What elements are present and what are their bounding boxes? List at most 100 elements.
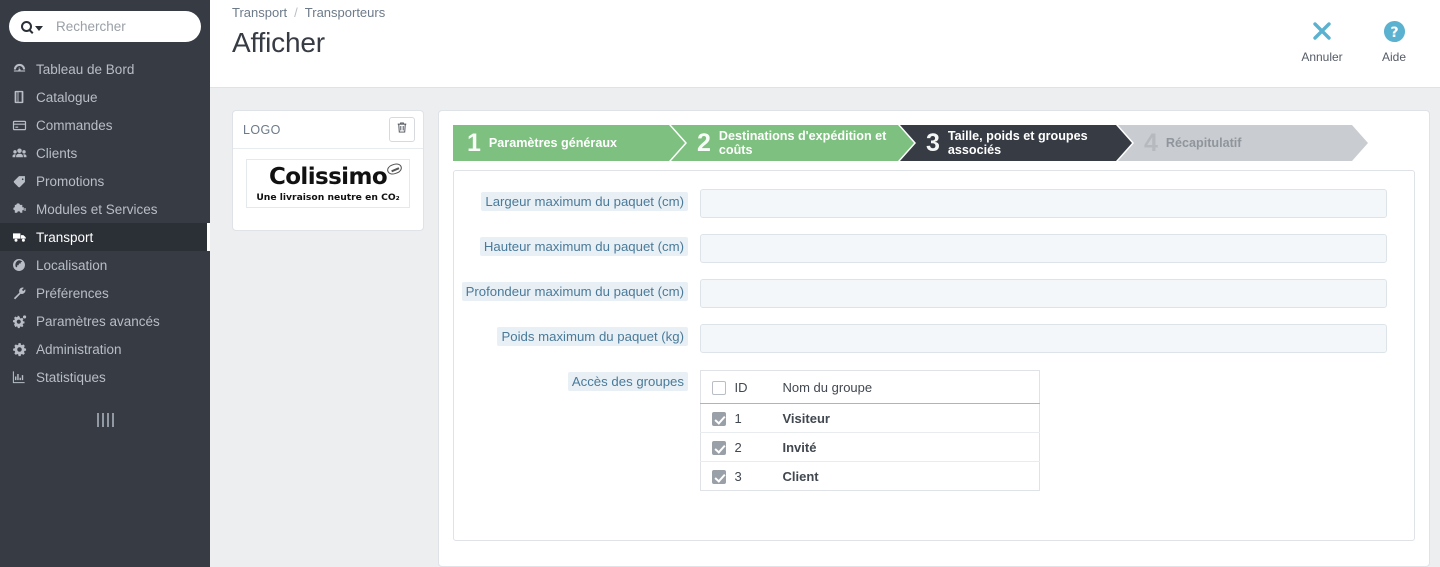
groups-label: Accès des groupes [567, 372, 688, 391]
chart-bar-icon [12, 370, 34, 384]
table-header-row: ID Nom du groupe [700, 370, 1040, 404]
sidebar: Tableau de Bord Catalogue Commandes Clie… [0, 0, 210, 567]
group-checkbox[interactable] [712, 440, 726, 455]
page-header: Transport / Transporteurs Afficher Annul… [210, 0, 1440, 88]
field-label-wrap: Profondeur maximum du paquet (cm) [454, 279, 700, 301]
sidebar-item-label: Promotions [36, 173, 105, 189]
select-all-checkbox[interactable] [712, 380, 726, 395]
sidebar-item-label: Clients [36, 145, 78, 161]
wizard-step-3[interactable]: 3 Taille, poids et groupes associés [900, 125, 1132, 161]
close-x-icon [1311, 18, 1333, 44]
logo-caption: LOGO [243, 122, 281, 137]
row-name: Client [782, 468, 819, 484]
field-control [700, 234, 1414, 263]
field-row-poids: Poids maximum du paquet (kg) [454, 324, 1414, 353]
sidebar-item-label: Catalogue [36, 89, 98, 105]
breadcrumb-current[interactable]: Transporteurs [305, 5, 385, 20]
wizard-step-4[interactable]: 4 Récapitulatif [1118, 125, 1368, 161]
trash-icon [396, 121, 408, 139]
column-header-name: Nom du groupe [782, 370, 1040, 404]
breadcrumb-parent[interactable]: Transport [232, 5, 287, 20]
wizard-step-1[interactable]: 1 Paramètres généraux [453, 125, 685, 161]
field-row-profondeur: Profondeur maximum du paquet (cm) [454, 279, 1414, 308]
sidebar-item-label: Tableau de Bord [36, 61, 135, 77]
step-number: 2 [697, 128, 711, 157]
group-checkbox[interactable] [712, 469, 726, 484]
step-label: Paramètres généraux [488, 135, 618, 150]
sidebar-item-tableau-de-bord[interactable]: Tableau de Bord [0, 55, 210, 83]
groups-table-head: ID Nom du groupe [700, 370, 1040, 404]
step-label: Récapitulatif [1165, 135, 1242, 150]
search-box[interactable] [9, 11, 201, 42]
table-row: 2 Invité [700, 432, 1040, 462]
groups-control: ID Nom du groupe 1 Visiteur 2 Invité 3 C… [700, 369, 1414, 491]
search-input[interactable] [56, 19, 186, 34]
wrench-icon [12, 286, 34, 301]
field-row-hauteur: Hauteur maximum du paquet (cm) [454, 234, 1414, 263]
sidebar-item-label: Statistiques [36, 369, 106, 385]
main-area: Transport / Transporteurs Afficher Annul… [210, 0, 1440, 567]
header-actions: Annuler ? Aide [1298, 18, 1418, 64]
field-label-wrap: Largeur maximum du paquet (cm) [454, 189, 700, 211]
column-header-id: ID [734, 370, 783, 404]
field-control [700, 279, 1414, 308]
sidebar-item-parametres-avances[interactable]: Paramètres avancés [0, 307, 210, 335]
sidebar-search [0, 0, 210, 42]
table-row: 1 Visiteur [700, 403, 1040, 433]
sidebar-item-administration[interactable]: Administration [0, 335, 210, 363]
field-row-largeur: Largeur maximum du paquet (cm) [454, 189, 1414, 218]
sidebar-item-modules-et-services[interactable]: Modules et Services [0, 195, 210, 223]
row-id: 3 [734, 468, 742, 484]
delete-logo-button[interactable] [389, 117, 415, 142]
step-number: 3 [926, 128, 940, 157]
sidebar-item-label: Commandes [36, 117, 113, 133]
profondeur-max-input[interactable] [700, 279, 1387, 308]
handle-bar [101, 413, 104, 427]
users-icon [12, 146, 34, 161]
puzzle-icon [12, 202, 34, 217]
handle-bar [111, 413, 114, 427]
row-checkbox-cell[interactable] [700, 403, 735, 433]
sidebar-item-clients[interactable]: Clients [0, 139, 210, 167]
poids-max-input[interactable] [700, 324, 1387, 353]
sidebar-item-transport[interactable]: Transport [0, 223, 210, 251]
sidebar-item-promotions[interactable]: Promotions [0, 167, 210, 195]
help-button[interactable]: ? Aide [1370, 18, 1418, 64]
field-label: Largeur maximum du paquet (cm) [481, 192, 688, 211]
sidebar-item-commandes[interactable]: Commandes [0, 111, 210, 139]
sidebar-item-preferences[interactable]: Préférences [0, 279, 210, 307]
logo-card-body: Colissimo Une livraison neutre en CO₂ [233, 149, 423, 209]
sidebar-item-localisation[interactable]: Localisation [0, 251, 210, 279]
sidebar-item-statistiques[interactable]: Statistiques [0, 363, 210, 391]
svg-text:?: ? [1390, 24, 1398, 40]
chevron-down-icon [35, 25, 43, 31]
size-weight-form: Largeur maximum du paquet (cm) Hauteur m… [453, 170, 1415, 541]
groups-table-body: 1 Visiteur 2 Invité 3 Client [700, 403, 1040, 491]
row-name: Visiteur [782, 403, 1040, 433]
swoosh-icon [385, 161, 404, 177]
sidebar-item-catalogue[interactable]: Catalogue [0, 83, 210, 111]
row-name: Invité [782, 432, 1040, 462]
logo-card-header: LOGO [233, 111, 423, 149]
carrier-wizard-panel: 1 Paramètres généraux 2 Destinations d'e… [438, 110, 1430, 567]
groups-table: ID Nom du groupe 1 Visiteur 2 Invité 3 C… [700, 370, 1040, 491]
row-checkbox-cell[interactable] [701, 462, 735, 491]
wizard-step-2[interactable]: 2 Destinations d'expédition et coûts [671, 125, 914, 161]
row-id: 2 [734, 432, 783, 462]
sidebar-item-label: Transport [36, 229, 94, 245]
table-row: 3 Client [701, 462, 1040, 491]
largeur-max-input[interactable] [700, 189, 1387, 218]
hauteur-max-input[interactable] [700, 234, 1387, 263]
cancel-button[interactable]: Annuler [1298, 18, 1346, 64]
select-all-header[interactable] [700, 370, 735, 404]
breadcrumb-separator: / [294, 5, 298, 20]
sidebar-item-label: Modules et Services [36, 201, 158, 217]
row-checkbox-cell[interactable] [700, 432, 735, 462]
gear-icon [12, 342, 34, 357]
group-checkbox[interactable] [712, 411, 726, 426]
logo-card: LOGO Colissimo Une livraison neutre en C… [232, 110, 424, 231]
content-area: LOGO Colissimo Une livraison neutre en C… [210, 88, 1440, 567]
search-icon[interactable] [21, 21, 43, 32]
step-label: Destinations d'expédition et coûts [718, 128, 887, 157]
sidebar-collapse-handle[interactable] [0, 406, 210, 434]
